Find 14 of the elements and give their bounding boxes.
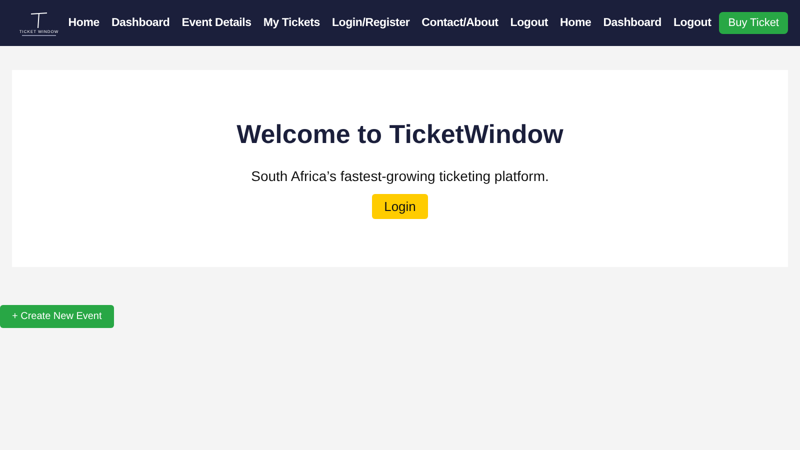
hero-subtitle: South Africa’s fastest-growing ticketing platform. bbox=[251, 168, 549, 184]
nav-link[interactable]: Event Details bbox=[182, 17, 252, 29]
login-button[interactable]: Login bbox=[372, 194, 428, 218]
nav-link[interactable]: Login/Register bbox=[332, 17, 410, 29]
hero-title: Welcome to TicketWindow bbox=[236, 118, 564, 150]
nav-link[interactable]: Home bbox=[68, 17, 100, 29]
nav-link[interactable]: Dashboard bbox=[603, 17, 662, 29]
nav-link[interactable]: My Tickets bbox=[263, 17, 320, 29]
nav-link[interactable]: Dashboard bbox=[111, 17, 170, 29]
nav-link[interactable]: Home bbox=[560, 17, 592, 29]
logo-icon bbox=[29, 10, 49, 28]
nav-link[interactable]: Contact/About bbox=[422, 17, 498, 29]
nav-link[interactable]: Logout bbox=[510, 17, 548, 29]
nav-link[interactable]: Logout bbox=[673, 17, 712, 29]
